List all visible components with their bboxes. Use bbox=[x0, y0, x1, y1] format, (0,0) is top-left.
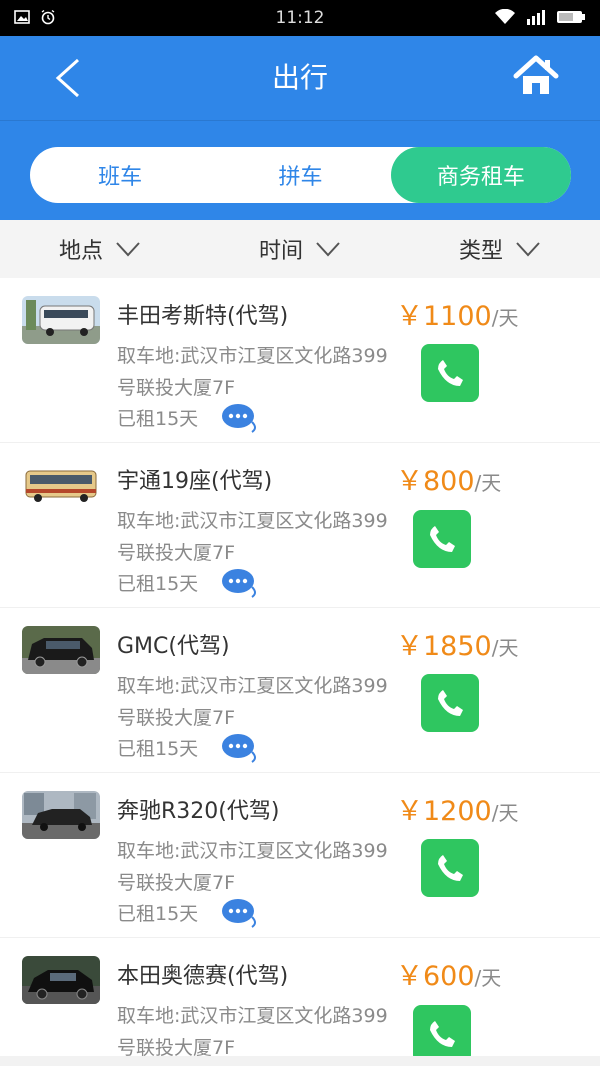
filter-time-label: 时间 bbox=[258, 239, 303, 264]
battery-icon bbox=[557, 11, 585, 23]
pickup-address: 取车地:武汉市江夏区文化路399号联投大厦7F bbox=[117, 675, 388, 729]
chat-icon[interactable] bbox=[220, 897, 260, 929]
rented-days: 已租15天 bbox=[117, 573, 199, 595]
list-item[interactable]: 宇通19座(代驾) 取车地:武汉市江夏区文化路399号联投大厦7F 已租15天 … bbox=[0, 443, 600, 608]
list-item[interactable]: 本田奥德赛(代驾) 取车地:武汉市江夏区文化路399号联投大厦7F ￥600/天 bbox=[0, 938, 600, 1066]
tab-business-rental[interactable]: 商务租车 bbox=[390, 147, 571, 203]
rented-days: 已租15天 bbox=[117, 408, 199, 430]
call-button[interactable] bbox=[413, 1005, 471, 1063]
filter-location-label: 地点 bbox=[58, 239, 103, 264]
chat-icon[interactable] bbox=[220, 402, 260, 434]
mpv-image bbox=[22, 791, 100, 839]
vehicle-name: 本田奥德赛(代驾) bbox=[117, 964, 289, 989]
price: ￥800/天 bbox=[396, 459, 501, 498]
price: ￥1100/天 bbox=[396, 294, 518, 333]
price-unit: /天 bbox=[474, 966, 502, 990]
van-image bbox=[22, 956, 100, 1004]
chat-icon[interactable] bbox=[220, 732, 260, 764]
pickup-address: 取车地:武汉市江夏区文化路399号联投大厦7F bbox=[117, 345, 388, 399]
call-button[interactable] bbox=[413, 510, 471, 568]
price: ￥1850/天 bbox=[396, 624, 518, 663]
bottom-edge bbox=[0, 1056, 600, 1066]
tabs-area: 班车 拼车 商务租车 bbox=[0, 120, 600, 220]
pickup-address: 取车地:武汉市江夏区文化路399号联投大厦7F bbox=[117, 840, 388, 894]
price-value: ￥1200 bbox=[396, 796, 492, 827]
rental-list: 丰田考斯特(代驾) 取车地:武汉市江夏区文化路399号联投大厦7F 已租15天 … bbox=[0, 278, 600, 1066]
vehicle-name: GMC(代驾) bbox=[117, 634, 230, 659]
home-icon bbox=[513, 55, 559, 94]
call-button[interactable] bbox=[421, 839, 479, 897]
price-value: ￥800 bbox=[396, 466, 475, 497]
price-unit: /天 bbox=[491, 801, 519, 825]
vehicle-name: 奔驰R320(代驾) bbox=[117, 799, 280, 824]
chevron-down-icon bbox=[116, 242, 140, 257]
app-header: 出行 bbox=[0, 36, 600, 120]
coach-bus-image bbox=[22, 461, 100, 509]
vehicle-thumbnail bbox=[22, 956, 100, 1004]
segment-tabs: 班车 拼车 商务租车 bbox=[30, 147, 571, 203]
price-value: ￥600 bbox=[396, 961, 475, 992]
page-title: 出行 bbox=[271, 61, 328, 94]
vehicle-thumbnail bbox=[22, 791, 100, 839]
vehicle-name: 宇通19座(代驾) bbox=[117, 469, 273, 494]
price-unit: /天 bbox=[491, 636, 519, 660]
filter-bar: 地点 时间 类型 bbox=[0, 220, 600, 278]
price-unit: /天 bbox=[474, 471, 502, 495]
status-bar: 11:12 bbox=[0, 0, 600, 36]
home-button[interactable] bbox=[512, 52, 560, 100]
pickup-address: 取车地:武汉市江夏区文化路399号联投大厦7F bbox=[117, 1005, 388, 1059]
rented-days: 已租15天 bbox=[117, 738, 199, 760]
list-item[interactable]: GMC(代驾) 取车地:武汉市江夏区文化路399号联投大厦7F 已租15天 ￥1… bbox=[0, 608, 600, 773]
vehicle-thumbnail bbox=[22, 626, 100, 674]
vehicle-name: 丰田考斯特(代驾) bbox=[117, 304, 289, 329]
call-button[interactable] bbox=[421, 674, 479, 732]
vehicle-thumbnail bbox=[22, 461, 100, 509]
signal-icon bbox=[527, 10, 545, 25]
suv-image bbox=[22, 626, 100, 674]
price-value: ￥1100 bbox=[396, 301, 492, 332]
phone-icon bbox=[430, 526, 455, 552]
phone-icon bbox=[438, 360, 463, 386]
tab-carpool[interactable]: 拼车 bbox=[210, 147, 390, 203]
filter-time[interactable]: 时间 bbox=[200, 220, 400, 278]
wifi-icon bbox=[495, 9, 515, 24]
pickup-address: 取车地:武汉市江夏区文化路399号联投大厦7F bbox=[117, 510, 388, 564]
minibus-image bbox=[22, 296, 100, 344]
call-button[interactable] bbox=[421, 344, 479, 402]
chat-icon[interactable] bbox=[220, 567, 260, 599]
price: ￥1200/天 bbox=[396, 789, 518, 828]
phone-icon bbox=[438, 855, 463, 881]
status-right bbox=[494, 9, 586, 25]
list-item[interactable]: 奔驰R320(代驾) 取车地:武汉市江夏区文化路399号联投大厦7F 已租15天… bbox=[0, 773, 600, 938]
filter-location[interactable]: 地点 bbox=[0, 220, 200, 278]
tab-shuttle[interactable]: 班车 bbox=[30, 147, 210, 203]
phone-icon bbox=[430, 1021, 455, 1047]
price: ￥600/天 bbox=[396, 954, 501, 993]
vehicle-thumbnail bbox=[22, 296, 100, 344]
filter-type[interactable]: 类型 bbox=[400, 220, 600, 278]
rented-days: 已租15天 bbox=[117, 903, 199, 925]
price-value: ￥1850 bbox=[396, 631, 492, 662]
list-item[interactable]: 丰田考斯特(代驾) 取车地:武汉市江夏区文化路399号联投大厦7F 已租15天 … bbox=[0, 278, 600, 443]
phone-icon bbox=[438, 690, 463, 716]
price-unit: /天 bbox=[491, 306, 519, 330]
filter-type-label: 类型 bbox=[458, 239, 503, 264]
chevron-down-icon bbox=[516, 242, 540, 257]
chevron-down-icon bbox=[316, 242, 340, 257]
